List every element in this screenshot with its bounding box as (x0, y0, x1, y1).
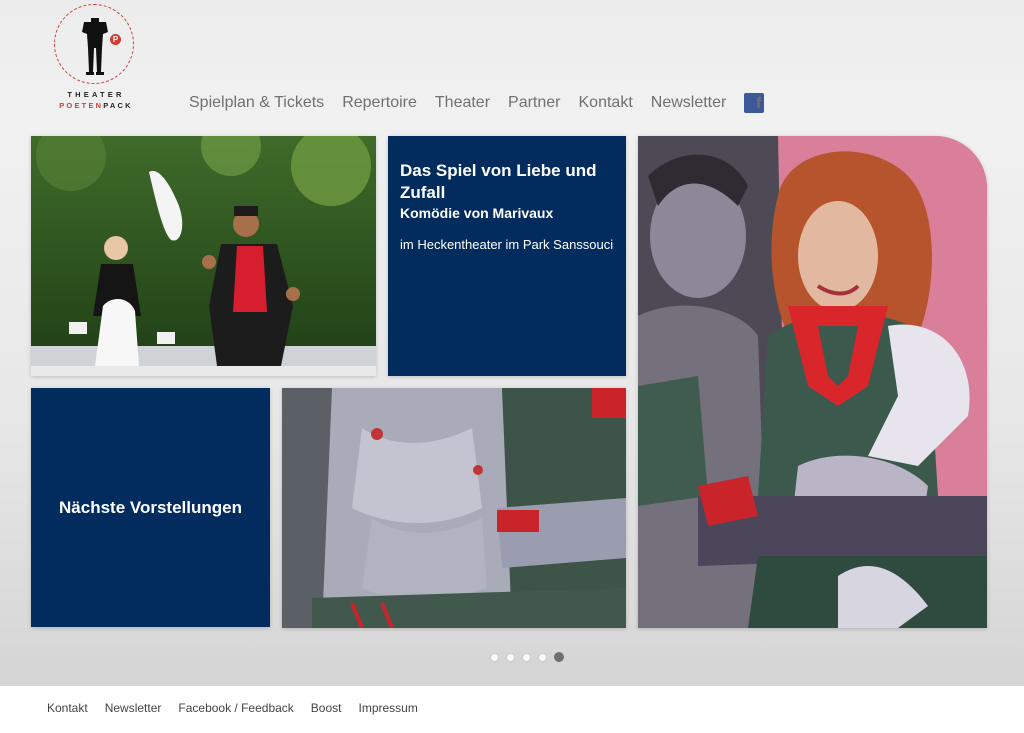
slider-dot-5-active[interactable] (554, 652, 564, 662)
slider-dot-4[interactable] (538, 652, 547, 662)
footer-link-newsletter[interactable]: Newsletter (105, 701, 162, 715)
logo-text-poetenpack: POETENPACK (48, 101, 144, 110)
featured-play-subtitle: Komödie von Marivaux (400, 205, 554, 221)
painting-couple-image (638, 136, 987, 628)
logo-text-theater: THEATER (67, 90, 125, 99)
logo-text-pack: PACK (103, 101, 133, 110)
next-shows-button[interactable]: Nächste Vorstellungen (31, 388, 270, 627)
site-footer: Kontakt Newsletter Facebook / Feedback B… (0, 686, 1024, 733)
nav-newsletter[interactable]: Newsletter (651, 94, 727, 112)
facebook-icon[interactable]: f (744, 93, 765, 113)
logo-figure-icon (82, 18, 108, 75)
stage-photo-image (31, 136, 376, 376)
footer-link-kontakt[interactable]: Kontakt (47, 701, 88, 715)
featured-play-card[interactable]: Das Spiel von Liebe und Zufall Komödie v… (388, 136, 626, 376)
logo-badge: P (110, 34, 121, 45)
nav-partner[interactable]: Partner (508, 94, 560, 112)
featured-play-location: im Heckentheater im Park Sanssouci (400, 237, 614, 252)
footer-links: Kontakt Newsletter Facebook / Feedback B… (47, 701, 435, 715)
footer-link-impressum[interactable]: Impressum (358, 701, 417, 715)
slider-pagination (490, 652, 571, 662)
nav-kontakt[interactable]: Kontakt (579, 94, 633, 112)
logo-text-poeten: POETEN (59, 101, 104, 110)
nav-spielplan-tickets[interactable]: Spielplan & Tickets (189, 94, 324, 112)
theater-poetenpack-logo[interactable]: P THEATER POETENPACK (48, 4, 144, 112)
nav-theater[interactable]: Theater (435, 94, 490, 112)
slider-dot-2[interactable] (506, 652, 515, 662)
painting-torso[interactable] (282, 388, 626, 628)
featured-play-title: Das Spiel von Liebe und Zufall (400, 161, 597, 202)
footer-link-boost[interactable]: Boost (311, 701, 342, 715)
nav-repertoire[interactable]: Repertoire (342, 94, 417, 112)
painting-couple[interactable] (638, 136, 987, 628)
slider-dot-3[interactable] (522, 652, 531, 662)
footer-link-facebook-feedback[interactable]: Facebook / Feedback (178, 701, 293, 715)
slider-dot-1[interactable] (490, 652, 499, 662)
main-navigation: Spielplan & Tickets Repertoire Theater P… (189, 93, 782, 113)
stage-photo[interactable] (31, 136, 376, 376)
painting-torso-image (282, 388, 626, 628)
next-shows-label: Nächste Vorstellungen (59, 497, 242, 517)
